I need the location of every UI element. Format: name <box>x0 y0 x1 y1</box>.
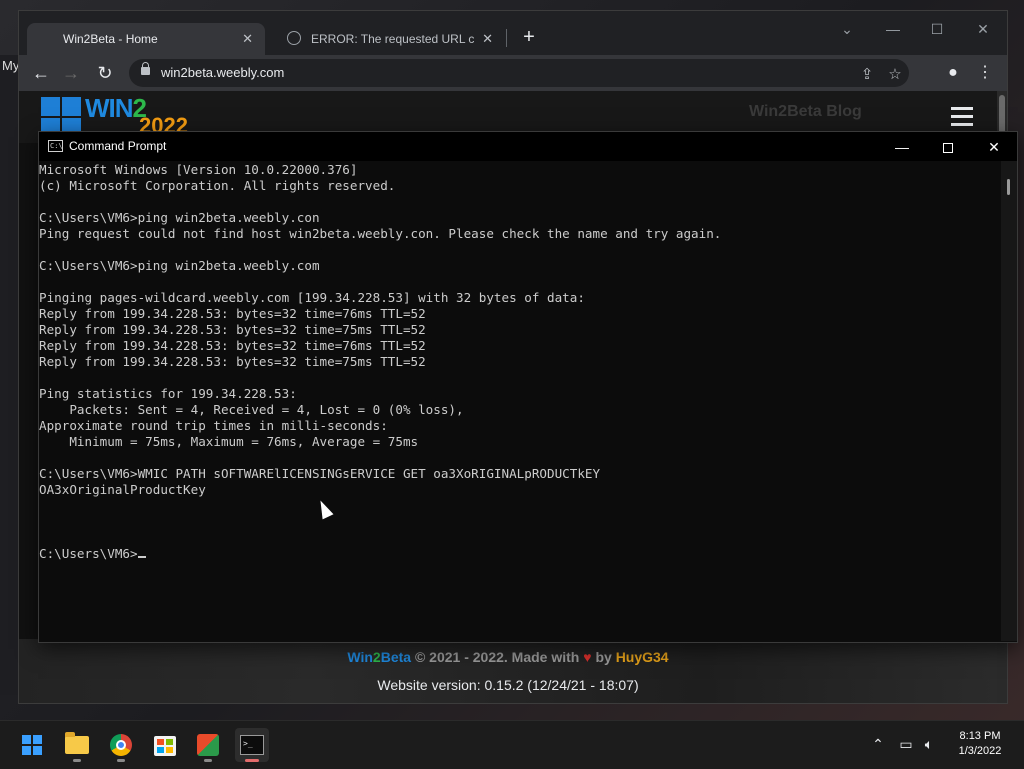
tab-win2beta-home[interactable]: Win2Beta - Home ✕ <box>27 23 265 55</box>
running-indicator <box>117 759 125 762</box>
folder-icon <box>65 732 89 754</box>
console-line: Reply from 199.34.228.53: bytes=32 time=… <box>39 306 426 321</box>
browser-toolbar: ← → ↻ win2beta.weebly.com ⇪ ☆ ● ⋮ <box>19 55 1007 91</box>
site-brand: Win2Beta Blog <box>749 103 862 120</box>
taskbar-chrome[interactable] <box>104 728 138 762</box>
tab-error-page[interactable]: ERROR: The requested URL could ✕ <box>275 23 505 55</box>
console-line: Pinging pages-wildcard.weebly.com [199.3… <box>39 290 585 305</box>
star-icon[interactable]: ☆ <box>885 65 905 85</box>
running-indicator <box>73 759 81 762</box>
console-line: C:\Users\VM6> <box>39 546 146 562</box>
hamburger-menu-icon[interactable] <box>951 107 973 126</box>
windows-logo-icon <box>22 735 42 755</box>
console-line: Ping statistics for 199.34.228.53: <box>39 386 297 401</box>
console-line: C:\Users\VM6>WMIC PATH sOFTWARElICENSING… <box>39 466 601 481</box>
back-button[interactable]: ← <box>29 61 53 85</box>
heart-icon: ♥ <box>583 649 592 665</box>
clock-date: 1/3/2022 <box>958 745 1002 757</box>
desktop-label: My <box>2 58 20 73</box>
window-title: Command Prompt <box>69 139 167 153</box>
console-line: Minimum = 75ms, Maximum = 76ms, Average … <box>39 434 419 449</box>
console-line: Reply from 199.34.228.53: bytes=32 time=… <box>39 354 426 369</box>
forward-button[interactable]: → <box>59 61 83 85</box>
scrollbar-thumb[interactable] <box>1007 179 1010 195</box>
close-window-button[interactable]: ✕ <box>971 134 1017 160</box>
console-line: Ping request could not find host win2bet… <box>39 226 722 241</box>
console-line: Microsoft Windows [Version 10.0.22000.37… <box>39 162 358 177</box>
profile-icon[interactable]: ● <box>941 61 965 85</box>
maximize-button[interactable] <box>925 134 971 160</box>
taskbar: >_ ⌃ ▭ 🔈︎ 8:13 PM 1/3/2022 <box>0 720 1024 769</box>
tab-strip: Win2Beta - Home ✕ ERROR: The requested U… <box>19 11 1007 55</box>
tab-title: Win2Beta - Home <box>63 32 158 46</box>
text-cursor <box>137 556 146 558</box>
footer-version: Website version: 0.15.2 (12/24/21 - 18:0… <box>377 677 639 693</box>
footer-brand-win: Win <box>347 649 373 665</box>
minimize-button[interactable]: — <box>879 134 925 160</box>
reload-button[interactable]: ↻ <box>93 61 117 85</box>
volume-icon[interactable]: 🔈︎ <box>920 735 938 753</box>
globe-icon <box>287 31 301 45</box>
site-footer: Win2Beta © 2021 - 2022. Made with ♥ by H… <box>19 639 997 703</box>
office-icon <box>197 734 219 756</box>
taskbar-store[interactable] <box>148 728 182 762</box>
cmd-title-bar[interactable]: C:\ Command Prompt — ✕ <box>39 132 1017 161</box>
footer-copyright-text: © 2021 - 2022. Made with <box>411 649 584 665</box>
kebab-menu-icon[interactable]: ⋮ <box>973 61 997 85</box>
clock-time: 8:13 PM <box>959 730 1001 742</box>
minimize-button[interactable]: — <box>879 17 907 41</box>
close-icon[interactable]: ✕ <box>242 31 253 47</box>
network-icon[interactable]: ▭ <box>897 735 915 753</box>
new-tab-button[interactable]: + <box>517 25 541 49</box>
start-button[interactable] <box>15 728 49 762</box>
chrome-icon <box>110 734 132 756</box>
footer-copyright: Win2Beta © 2021 - 2022. Made with ♥ by H… <box>19 649 997 665</box>
console-line: (c) Microsoft Corporation. All rights re… <box>39 178 396 193</box>
running-indicator <box>204 759 212 762</box>
console-line: Approximate round trip times in milli-se… <box>39 418 388 433</box>
taskbar-office[interactable] <box>191 728 225 762</box>
console-line: Reply from 199.34.228.53: bytes=32 time=… <box>39 322 426 337</box>
address-bar[interactable]: win2beta.weebly.com ⇪ ☆ <box>129 59 909 87</box>
console-scrollbar[interactable] <box>1001 161 1017 641</box>
close-icon[interactable]: ✕ <box>482 31 493 47</box>
console-line: Reply from 199.34.228.53: bytes=32 time=… <box>39 338 426 353</box>
store-icon <box>154 736 176 756</box>
lock-icon <box>141 62 150 75</box>
close-window-button[interactable]: ✕ <box>969 17 997 41</box>
chevron-up-icon[interactable]: ⌃ <box>869 735 887 753</box>
active-indicator <box>245 759 259 762</box>
chevron-down-icon[interactable]: ⌄ <box>833 17 861 41</box>
site-logo-text[interactable]: WIN2 <box>85 93 147 124</box>
console-output[interactable]: Microsoft Windows [Version 10.0.22000.37… <box>39 161 1001 641</box>
footer-author-link[interactable]: HuyG34 <box>616 649 669 665</box>
console-line: C:\Users\VM6>ping win2beta.weebly.com <box>39 258 320 273</box>
maximize-button[interactable]: ☐ <box>923 17 951 41</box>
footer-by: by <box>591 649 616 665</box>
console-line: Packets: Sent = 4, Received = 4, Lost = … <box>39 402 464 417</box>
taskbar-command-prompt[interactable]: >_ <box>235 728 269 762</box>
command-prompt-window: C:\ Command Prompt — ✕ Microsoft Windows… <box>38 131 1018 643</box>
url-text: win2beta.weebly.com <box>161 65 285 80</box>
system-clock[interactable]: 8:13 PM 1/3/2022 <box>950 729 1010 759</box>
tab-title: ERROR: The requested URL could <box>311 32 475 46</box>
terminal-icon: >_ <box>240 735 264 755</box>
console-line: C:\Users\VM6>ping win2beta.weebly.con <box>39 210 320 225</box>
share-icon[interactable]: ⇪ <box>857 65 877 85</box>
desktop-background <box>0 55 18 695</box>
logo-text-win: WIN <box>85 93 134 123</box>
taskbar-file-explorer[interactable] <box>60 728 94 762</box>
footer-brand-beta: Beta <box>380 649 412 665</box>
footer-brand-2: 2 <box>372 649 381 665</box>
console-line: OA3xOriginalProductKey <box>39 482 206 497</box>
terminal-icon: C:\ <box>48 140 63 152</box>
tab-separator <box>506 29 507 47</box>
